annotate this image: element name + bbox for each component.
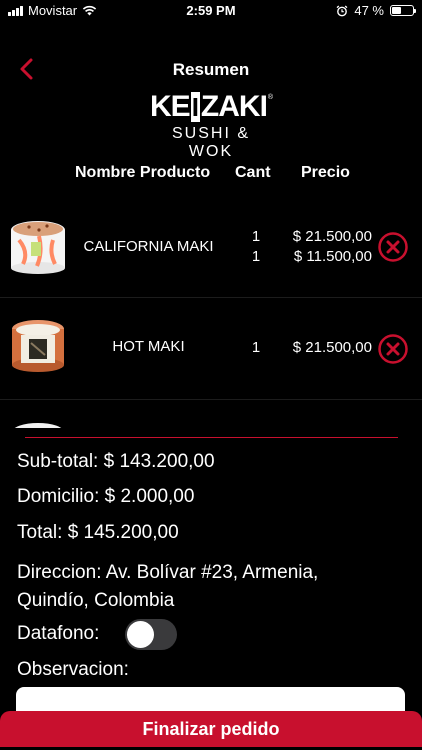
datafono-toggle[interactable] [125, 619, 177, 650]
product-price: $ 11.500,00 [293, 248, 372, 265]
product-price: $ 21.500,00 [292, 339, 372, 356]
product-name: CALIFORNIA MAKI [83, 238, 214, 255]
product-qty: 1 [251, 248, 261, 265]
page-title: Resumen [172, 60, 250, 79]
logo-text-left: KE [150, 90, 191, 123]
delivery-text: Domicilio: $ 2.000,00 [17, 486, 195, 507]
product-row: CALIFORNIA MAKI 1 1 $ 21.500,00 $ 11.500… [0, 196, 422, 298]
product-name: HOT MAKI [112, 338, 185, 355]
total-text: Total: $ 145.200,00 [17, 522, 179, 543]
column-header-price: Precio [301, 164, 350, 181]
product-list[interactable]: CALIFORNIA MAKI 1 1 $ 21.500,00 $ 11.500… [0, 196, 422, 428]
logo-brand: KE I ZAKI ® [150, 90, 274, 123]
logo-text-box: I [190, 92, 200, 122]
remove-item-icon[interactable] [378, 232, 408, 262]
battery-icon [390, 5, 416, 16]
logo-tagline: SUSHI & WOK [171, 125, 250, 160]
product-price: $ 21.500,00 [292, 228, 372, 245]
hot-maki-image [12, 320, 64, 372]
datafono-label: Datafono: [17, 623, 100, 644]
keizaki-logo: KE I ZAKI ® SUSHI & WOK [150, 90, 274, 161]
product-qty: 1 [251, 228, 261, 245]
battery-percent: 47 % [354, 3, 384, 18]
alarm-icon [336, 5, 348, 16]
status-right: 47 % [336, 3, 416, 18]
toggle-knob [127, 621, 154, 648]
status-bar: Movistar 2:59 PM 47 % [0, 0, 422, 22]
divider-line [25, 437, 398, 438]
address-text: Direccion: Av. Bolívar #23, Armenia, Qui… [17, 562, 319, 611]
battery-fill [392, 7, 402, 14]
logo-text-right: ZAKI [200, 90, 268, 123]
subtotal-text: Sub-total: $ 143.200,00 [17, 451, 215, 472]
california-maki-image [11, 221, 65, 274]
column-header-qty: Cant [235, 164, 271, 181]
product-row [0, 400, 422, 428]
remove-item-icon[interactable] [378, 334, 408, 364]
product-image [14, 423, 62, 428]
observation-label: Observacion: [17, 659, 129, 680]
column-header-product: Nombre Producto [75, 164, 211, 181]
finish-order-button[interactable]: Finalizar pedido [0, 711, 422, 747]
product-qty: 1 [251, 339, 261, 356]
logo-registered-mark: ® [267, 93, 274, 101]
product-row: HOT MAKI 1 $ 21.500,00 [0, 298, 422, 400]
